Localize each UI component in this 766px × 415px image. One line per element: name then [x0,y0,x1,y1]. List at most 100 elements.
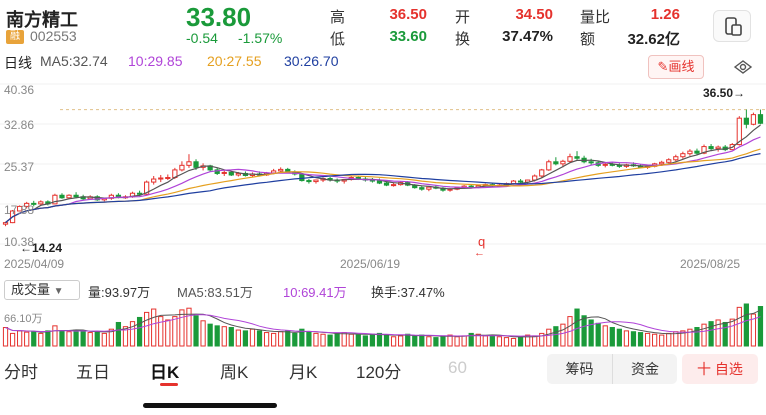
price-change: -0.54 [186,30,218,46]
candle-body [193,161,199,168]
x-axis-end-date: 2025/08/25 [680,257,740,270]
chip-distribution-button[interactable]: 筹码 [547,354,612,384]
volume-bar [9,332,16,347]
candle-body [708,146,714,150]
volume-bar [221,326,227,347]
candle-body [73,194,79,198]
volume-bar [644,332,651,347]
volume-bar [652,333,658,347]
volume-bar [59,330,65,347]
volume-bar [285,330,291,347]
volume-bar [179,309,185,347]
candlesticks [2,109,764,227]
volume-bar [560,323,566,347]
candle-body [757,114,764,124]
volume-bar [546,328,552,347]
volume-bar [52,325,58,347]
volume-bar [532,335,538,347]
volume-bar [419,334,425,347]
volume-bar [249,328,256,347]
volume-bar [701,323,707,347]
volume-bar [45,330,51,347]
candle-body [666,159,672,163]
indicator-selector[interactable]: 成交量 ▼ [4,280,80,300]
candle-body [687,150,693,155]
volume-bar [200,320,206,347]
min-price-label: ←14.24 [20,241,62,255]
candle-body [426,186,432,190]
tab-monthly-k[interactable]: 月K [289,358,317,383]
volume-bar [461,335,467,347]
volume-bar [73,329,79,347]
y-tick-label: 40.36 [4,83,34,97]
tab-120-minute[interactable]: 120分 [356,358,401,383]
tab-five-day[interactable]: 五日 [76,358,110,383]
candle-body [38,201,44,205]
volume-bar [510,337,517,347]
volume-bar [2,327,9,347]
draw-line-label: 画线 [668,59,695,74]
ma10-line [5,136,761,224]
volume-bar [398,335,404,347]
volume-bar [66,331,72,347]
volume-bar [292,332,298,347]
volume-bar [412,335,418,347]
candle-body [59,194,65,199]
eye-icon[interactable] [733,59,753,75]
candle-body [588,161,594,164]
candle-body [179,164,185,171]
volume-bar [666,332,672,347]
y-tick-label: 17.88 [4,203,34,217]
volume-bar [313,332,319,347]
volume-bar [426,336,432,347]
y-tick-label: 32.86 [4,118,34,132]
volume-bar [31,331,37,347]
candle-body [659,161,665,165]
high-value: 36.50 [389,6,427,23]
tab-60-minute[interactable]: 60 [448,358,467,378]
volume-bar [517,336,524,347]
candle-body [66,194,72,199]
volume-bar [306,331,312,347]
volume-bar [320,333,326,347]
volume-bar [743,303,749,347]
fund-flow-button[interactable]: 资金 [612,354,677,384]
volume-bar [235,329,241,347]
volume-value: 量:93.97万 [88,285,151,300]
amount-value: 32.62亿 [627,31,680,48]
max-price-label: 36.50→ [703,86,745,100]
volume-bar [80,331,86,347]
rotate-screen-button[interactable] [713,10,751,42]
candle-body [680,153,686,158]
candle-body [228,171,234,176]
candle-body [673,156,679,161]
candle-body [750,114,757,125]
draw-line-button[interactable]: ✎画线 [648,55,704,79]
volume-chart[interactable]: 66.10万 [0,300,766,348]
pencil-icon: ✎ [657,59,669,74]
volume-bar [489,334,495,347]
tab-daily-k[interactable]: 日K [150,358,179,383]
chevron-down-icon: ▼ [53,286,64,297]
volume-bar [503,337,510,347]
rotate-screen-icon [725,17,742,36]
volume-bar [433,337,439,347]
volume-bar [151,308,157,347]
tab-weekly-k[interactable]: 周K [220,358,248,383]
candle-body [510,180,517,185]
volume-bar [383,334,390,347]
volume-bar [101,332,107,347]
tab-intraday[interactable]: 分时 [4,358,38,383]
volume-bar [736,306,742,347]
kline-chart[interactable]: 40.36 32.86 25.37 17.88 10.38 ←14.24 36.… [0,80,766,270]
volume-ratio-value: 1.26 [650,6,680,23]
volume-bar [327,334,333,347]
volume-bar [581,315,587,347]
candle-body [567,156,573,162]
volume-bar [553,326,559,347]
add-watchlist-button[interactable]: 十 自选 [682,354,758,384]
volume-bar [334,332,340,347]
volume-bar [256,330,263,347]
volume-bar [376,332,383,347]
ma30-value: 30:26.70 [284,53,339,69]
